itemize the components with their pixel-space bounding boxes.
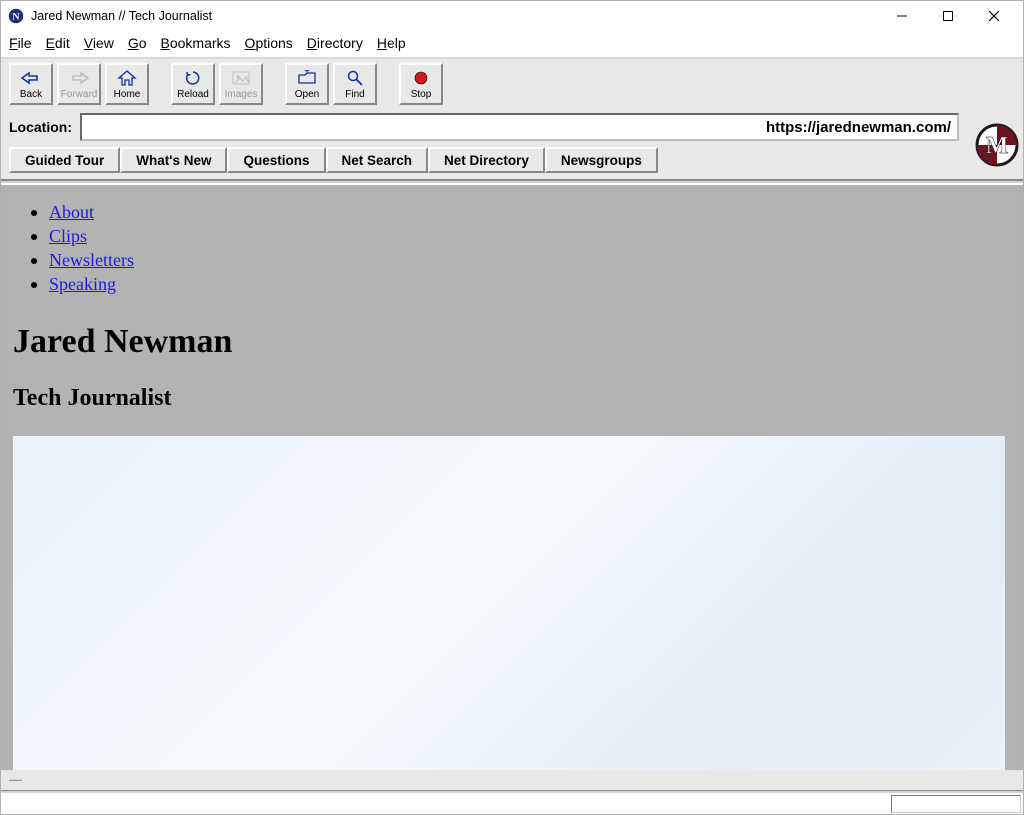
page-content[interactable]: About Clips Newsletters Speaking Jared N… xyxy=(1,185,1023,770)
status-stage: — xyxy=(1,770,1023,790)
toolbar-area: Back Forward Home Reload xyxy=(1,57,1023,179)
location-input[interactable] xyxy=(80,113,959,141)
stop-icon xyxy=(413,68,429,88)
nav-item-newsletters: Newsletters xyxy=(49,249,1023,271)
menu-directory[interactable]: Directory xyxy=(307,35,363,51)
dir-whats-new[interactable]: What's New xyxy=(120,147,227,173)
dir-questions[interactable]: Questions xyxy=(227,147,325,173)
svg-text:M: M xyxy=(986,133,1009,159)
status-box xyxy=(891,795,1021,813)
window-title: Jared Newman // Tech Journalist xyxy=(31,9,879,23)
menu-view[interactable]: View xyxy=(84,35,114,51)
statusbar xyxy=(1,794,1023,814)
svg-text:N: N xyxy=(12,12,19,23)
nav-link-newsletters[interactable]: Newsletters xyxy=(49,250,134,270)
throbber-logo: M xyxy=(971,119,1023,171)
minimize-button[interactable] xyxy=(879,1,925,31)
nav-link-speaking[interactable]: Speaking xyxy=(49,274,116,294)
stop-button[interactable]: Stop xyxy=(399,63,443,105)
back-arrow-icon xyxy=(20,68,42,88)
location-bar: Location: xyxy=(1,111,967,145)
open-icon xyxy=(297,68,317,88)
page-subheading: Tech Journalist xyxy=(13,385,1023,412)
close-button[interactable] xyxy=(971,1,1017,31)
menu-bookmarks[interactable]: Bookmarks xyxy=(161,35,231,51)
dir-net-search[interactable]: Net Search xyxy=(326,147,429,173)
toolbar: Back Forward Home Reload xyxy=(1,59,1023,111)
page-heading: Jared Newman xyxy=(13,323,1023,361)
home-icon xyxy=(117,68,137,88)
maximize-button[interactable] xyxy=(925,1,971,31)
menu-file[interactable]: File xyxy=(9,35,32,51)
hero-image xyxy=(13,436,1005,770)
app-icon: N xyxy=(7,7,25,25)
images-icon xyxy=(231,68,251,88)
nav-link-about[interactable]: About xyxy=(49,202,94,222)
reload-button[interactable]: Reload xyxy=(171,63,215,105)
find-icon xyxy=(346,68,364,88)
directory-bar: Guided Tour What's New Questions Net Sea… xyxy=(1,145,967,179)
dir-newsgroups[interactable]: Newsgroups xyxy=(545,147,658,173)
nav-item-speaking: Speaking xyxy=(49,273,1023,295)
forward-button[interactable]: Forward xyxy=(57,63,101,105)
menu-edit[interactable]: Edit xyxy=(46,35,70,51)
page-nav-list: About Clips Newsletters Speaking xyxy=(49,201,1023,295)
menubar: File Edit View Go Bookmarks Options Dire… xyxy=(1,31,1023,57)
reload-icon xyxy=(184,68,202,88)
menu-go[interactable]: Go xyxy=(128,35,147,51)
forward-arrow-icon xyxy=(68,68,90,88)
nav-item-clips: Clips xyxy=(49,225,1023,247)
menu-help[interactable]: Help xyxy=(377,35,406,51)
images-button[interactable]: Images xyxy=(219,63,263,105)
location-label: Location: xyxy=(9,119,72,135)
back-button[interactable]: Back xyxy=(9,63,53,105)
window-controls xyxy=(879,1,1017,31)
viewport: About Clips Newsletters Speaking Jared N… xyxy=(1,185,1023,770)
open-button[interactable]: Open xyxy=(285,63,329,105)
titlebar: N Jared Newman // Tech Journalist xyxy=(1,1,1023,31)
browser-window: N Jared Newman // Tech Journalist File E… xyxy=(0,0,1024,815)
dir-net-directory[interactable]: Net Directory xyxy=(428,147,545,173)
find-button[interactable]: Find xyxy=(333,63,377,105)
nav-item-about: About xyxy=(49,201,1023,223)
dir-guided-tour[interactable]: Guided Tour xyxy=(9,147,120,173)
nav-link-clips[interactable]: Clips xyxy=(49,226,87,246)
home-button[interactable]: Home xyxy=(105,63,149,105)
menu-options[interactable]: Options xyxy=(245,35,293,51)
